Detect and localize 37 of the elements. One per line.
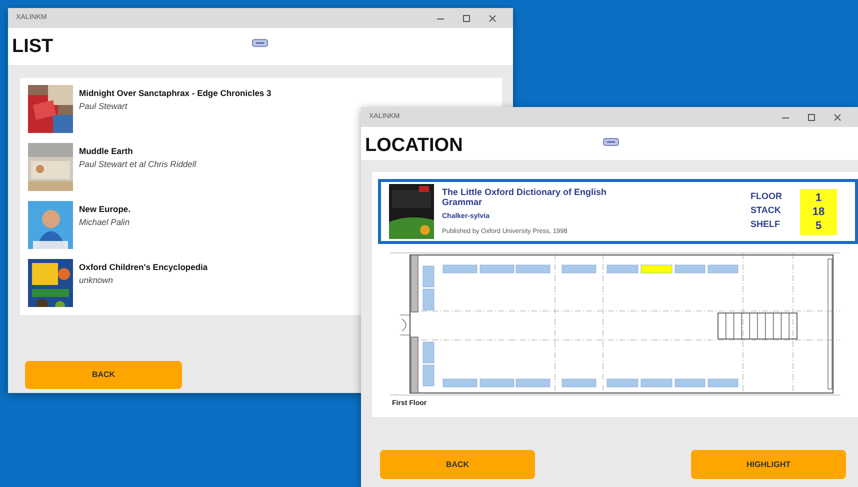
- page-title: LIST: [12, 37, 54, 56]
- book-author: Michael Palin: [79, 216, 130, 228]
- maximize-icon[interactable]: [462, 14, 470, 22]
- book-author: Paul Stewart et al Chris Riddell: [79, 158, 196, 170]
- book-title: Midnight Over Sanctaphrax - Edge Chronicles 3: [79, 87, 272, 100]
- book-title: The Little Oxford Dictionary of English Grammar: [442, 186, 608, 208]
- shelf: [422, 364, 434, 386]
- wall: [410, 254, 418, 312]
- location-label: STACK: [750, 204, 782, 216]
- back-button[interactable]: BACK: [380, 450, 535, 479]
- book-title: New Europe.: [79, 203, 130, 216]
- close-icon[interactable]: [832, 112, 842, 122]
- shelf: [422, 288, 434, 310]
- shelf: [422, 342, 434, 364]
- wall: [410, 336, 418, 394]
- list-item[interactable]: Midnight Over Sanctaphrax - Edge Chronicles 3 Paul Stewart: [28, 85, 272, 133]
- book-title: Muddle Earth: [79, 145, 134, 158]
- highlight-button[interactable]: HIGHLIGHT: [691, 450, 846, 479]
- book-author: Paul Stewart: [79, 100, 128, 112]
- list-item[interactable]: New Europe. Michael Palin: [28, 201, 130, 249]
- location-label: SHELF: [750, 218, 782, 230]
- page-title: LOCATION: [365, 136, 463, 155]
- shelf: [422, 266, 434, 288]
- back-button[interactable]: BACK: [25, 361, 182, 389]
- list-item[interactable]: Oxford Children's Encyclopedia unknown: [28, 259, 208, 307]
- list-item[interactable]: Muddle Earth Paul Stewart et al Chris Riddell: [28, 143, 196, 191]
- maximize-icon[interactable]: [806, 112, 816, 122]
- location-value: 5: [814, 218, 823, 232]
- book-title: Oxford Children's Encyclopedia: [79, 261, 208, 274]
- drag-handle-icon[interactable]: [252, 38, 268, 47]
- door-drawing: [400, 314, 410, 336]
- book-author: unknown: [79, 274, 114, 286]
- drag-handle-icon[interactable]: [603, 138, 619, 146]
- location-value: 18: [811, 204, 826, 218]
- close-icon[interactable]: [488, 14, 496, 22]
- location-label: FLOOR: [750, 190, 782, 202]
- location-value: 1: [814, 190, 823, 204]
